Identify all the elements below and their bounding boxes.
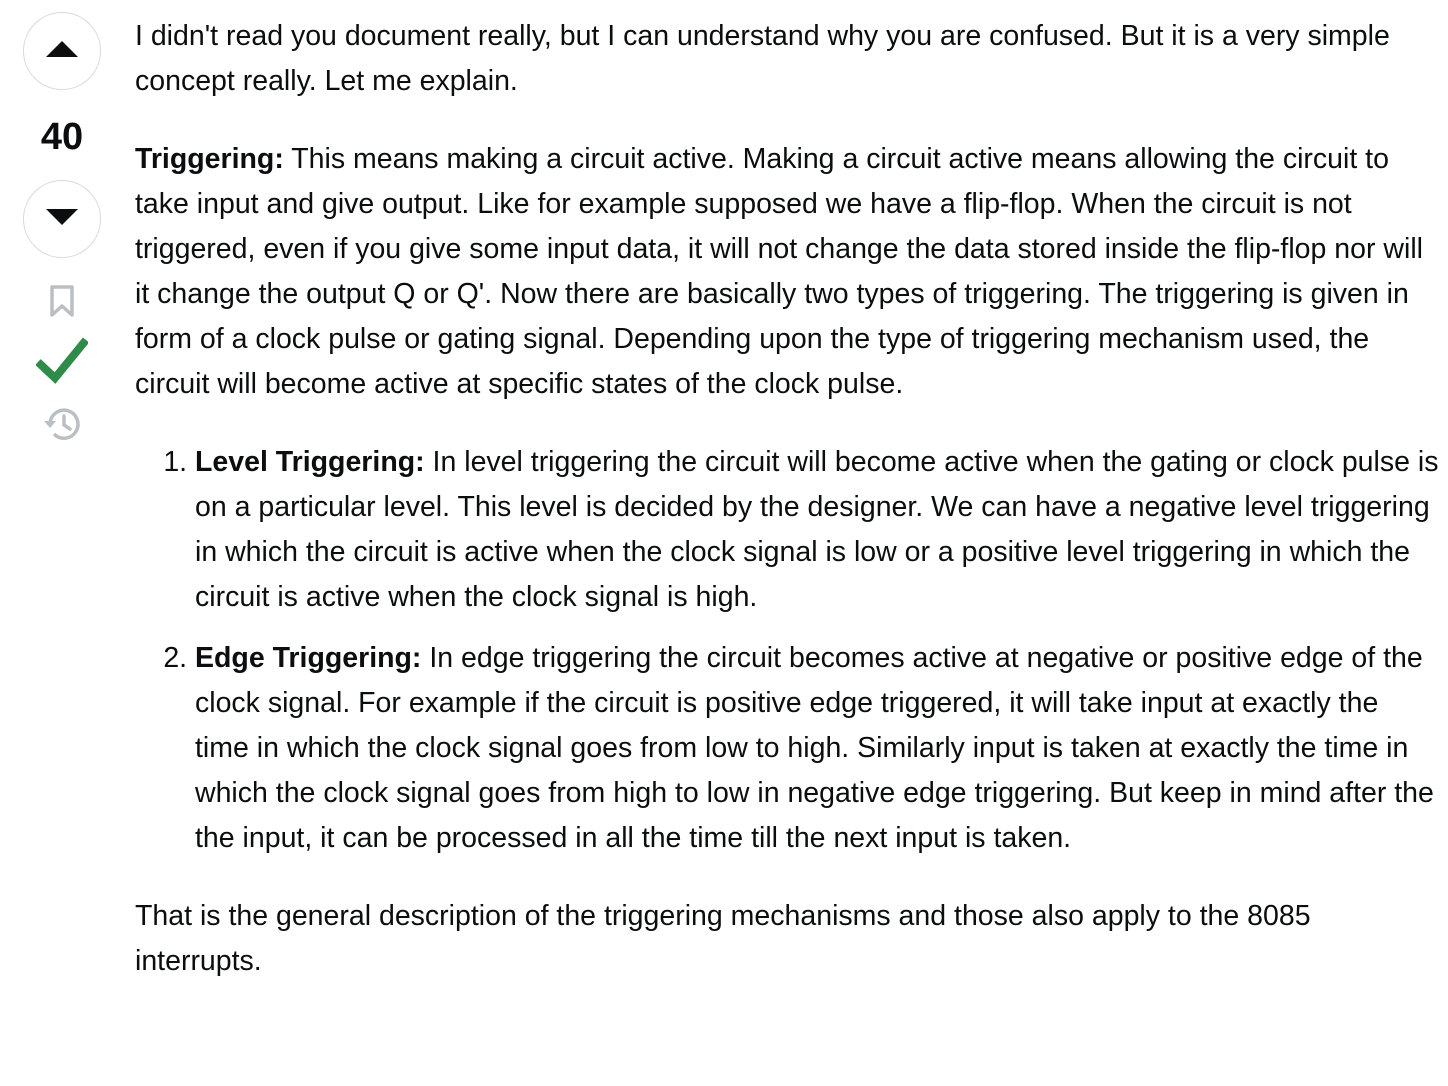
triggering-text: This means making a circuit active. Maki… [135, 143, 1423, 400]
triggering-types-list: Level Triggering: In level triggering th… [135, 440, 1440, 861]
history-icon [42, 406, 82, 447]
downvote-button[interactable] [23, 180, 101, 258]
list-item-level-triggering: Level Triggering: In level triggering th… [195, 440, 1440, 620]
answer-body: I didn't read you document really, but I… [135, 14, 1440, 984]
triangle-down-icon [44, 207, 80, 232]
timeline-button[interactable] [42, 406, 82, 447]
answer-conclusion: That is the general description of the t… [135, 900, 1311, 977]
vote-count: 40 [40, 116, 84, 158]
triangle-up-icon [44, 39, 80, 64]
answer-triggering-paragraph: Triggering: This means making a circuit … [135, 137, 1440, 407]
list-item-label: Level Triggering: [195, 446, 425, 478]
upvote-button[interactable] [23, 12, 101, 90]
list-item-edge-triggering: Edge Triggering: In edge triggering the … [195, 636, 1440, 861]
accepted-answer-indicator [35, 335, 90, 390]
bookmark-button[interactable] [48, 284, 76, 323]
answer-intro: I didn't read you document really, but I… [135, 20, 1390, 97]
checkmark-icon [35, 335, 90, 390]
triggering-label: Triggering: [135, 143, 284, 175]
bookmark-icon [48, 284, 76, 323]
vote-column: 40 [20, 12, 104, 447]
list-item-label: Edge Triggering: [195, 642, 422, 674]
